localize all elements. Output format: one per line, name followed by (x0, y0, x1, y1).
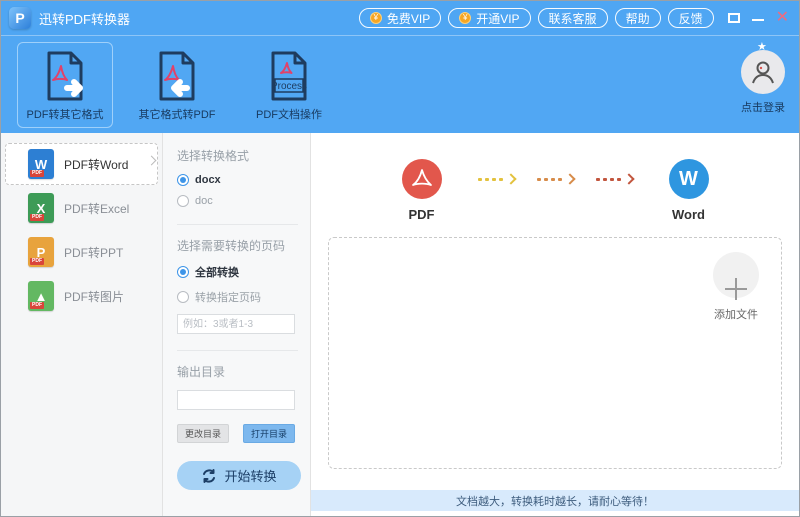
coin-icon: ¥ (459, 12, 471, 24)
status-bar: 文档越大，转换耗时越长，请耐心等待！ (311, 490, 799, 511)
tab-label: PDF转其它格式 (27, 106, 104, 122)
add-file-label: 添加文件 (714, 306, 758, 322)
open-directory-button[interactable]: 打开目录 (243, 424, 295, 443)
ppt-file-icon: P PDF (28, 237, 54, 267)
arrow-icon (596, 175, 633, 183)
radio-icon (177, 195, 189, 207)
pdf-operations-icon: Process (265, 49, 313, 103)
free-vip-label: 免费VIP (387, 10, 430, 27)
tab-other-to-pdf[interactable]: 其它格式转PDF (129, 42, 225, 128)
content-panel: PDF W Word 添加文件 (311, 133, 799, 516)
radio-icon (177, 174, 189, 186)
pages-heading: 选择需要转换的页码 (177, 237, 298, 254)
sidebar-item-label: PDF转Excel (64, 200, 129, 217)
coin-icon: ¥ (370, 12, 382, 24)
radio-doc[interactable]: doc (177, 195, 298, 207)
sidebar-item-label: PDF转Word (64, 156, 128, 173)
status-message: 文档越大，转换耗时越长，请耐心等待！ (456, 493, 654, 509)
sidebar: W PDF PDF转Word X PDF PDF转Excel P PDF PDF… (1, 133, 163, 516)
word-file-icon: W PDF (28, 149, 54, 179)
feedback-button[interactable]: 反馈 (668, 8, 714, 28)
radio-specific-pages[interactable]: 转换指定页码 (177, 289, 298, 305)
conversion-preview: PDF W Word (311, 133, 799, 225)
start-convert-label: 开始转换 (224, 466, 276, 485)
word-icon: W (669, 159, 709, 199)
sidebar-item-pdf-to-excel[interactable]: X PDF PDF转Excel (5, 187, 158, 229)
open-vip-label: 开通VIP (476, 10, 519, 27)
free-vip-button[interactable]: ¥ 免费VIP (359, 8, 441, 28)
radio-icon (177, 266, 189, 278)
divider (177, 224, 298, 225)
sidebar-item-label: PDF转图片 (64, 288, 124, 305)
login-label: 点击登录 (741, 99, 785, 115)
login-button[interactable]: ★ 点击登录 (741, 42, 785, 115)
pdf-to-other-icon (41, 49, 89, 103)
other-to-pdf-icon (153, 49, 201, 103)
sync-icon (201, 468, 217, 484)
help-button[interactable]: 帮助 (615, 8, 661, 28)
close-button[interactable]: ✕ (776, 10, 789, 26)
divider (177, 350, 298, 351)
sidebar-item-pdf-to-image[interactable]: ▲ PDF PDF转图片 (5, 275, 158, 317)
maximize-button[interactable] (728, 13, 740, 23)
feedback-label: 反馈 (679, 10, 703, 27)
start-convert-button[interactable]: 开始转换 (177, 461, 301, 490)
radio-all-pages[interactable]: 全部转换 (177, 264, 298, 280)
radio-docx[interactable]: docx (177, 174, 298, 186)
star-icon: ★ (757, 40, 767, 53)
pdf-icon (402, 159, 442, 199)
minimize-button[interactable] (752, 19, 764, 21)
help-label: 帮助 (626, 10, 650, 27)
tab-pdf-operations[interactable]: Process PDF文档操作 (241, 42, 337, 128)
svg-text:Process: Process (271, 81, 307, 92)
app-title: 迅转PDF转换器 (39, 9, 130, 28)
excel-file-icon: X PDF (28, 193, 54, 223)
sidebar-item-label: PDF转PPT (64, 244, 123, 261)
tab-label: PDF文档操作 (256, 106, 322, 122)
image-file-icon: ▲ PDF (28, 281, 54, 311)
source-format-label: PDF (409, 207, 435, 222)
page-range-input[interactable] (177, 314, 295, 334)
settings-panel: 选择转换格式 docx doc 选择需要转换的页码 全部转换 转换指定页码 (163, 133, 311, 516)
format-heading: 选择转换格式 (177, 147, 298, 164)
app-logo-icon: P (9, 7, 31, 29)
avatar (741, 50, 785, 94)
app-window: P 迅转PDF转换器 ¥ 免费VIP ¥ 开通VIP 联系客服 帮助 反馈 ✕ (0, 0, 800, 517)
radio-icon (177, 291, 189, 303)
conversion-arrows (478, 159, 633, 199)
toolbar: PDF转其它格式 其它格式转PDF Process PDF文档操作 (1, 35, 799, 133)
contact-support-label: 联系客服 (549, 10, 597, 27)
contact-support-button[interactable]: 联系客服 (538, 8, 608, 28)
arrow-icon (537, 175, 574, 183)
output-directory-input[interactable] (177, 390, 295, 410)
open-vip-button[interactable]: ¥ 开通VIP (448, 8, 530, 28)
add-file-button[interactable]: 添加文件 (713, 252, 759, 322)
target-format-label: Word (672, 207, 705, 222)
arrow-icon (478, 175, 515, 183)
user-icon (748, 57, 778, 87)
sidebar-item-pdf-to-ppt[interactable]: P PDF PDF转PPT (5, 231, 158, 273)
chevron-right-icon (147, 156, 157, 166)
output-heading: 输出目录 (177, 363, 298, 380)
tab-pdf-to-other[interactable]: PDF转其它格式 (17, 42, 113, 128)
change-directory-button[interactable]: 更改目录 (177, 424, 229, 443)
title-bar: P 迅转PDF转换器 ¥ 免费VIP ¥ 开通VIP 联系客服 帮助 反馈 ✕ (1, 1, 799, 35)
file-drop-area[interactable]: 添加文件 (328, 237, 782, 469)
sidebar-item-pdf-to-word[interactable]: W PDF PDF转Word (5, 143, 158, 185)
plus-icon (713, 252, 759, 298)
tab-label: 其它格式转PDF (139, 106, 216, 122)
